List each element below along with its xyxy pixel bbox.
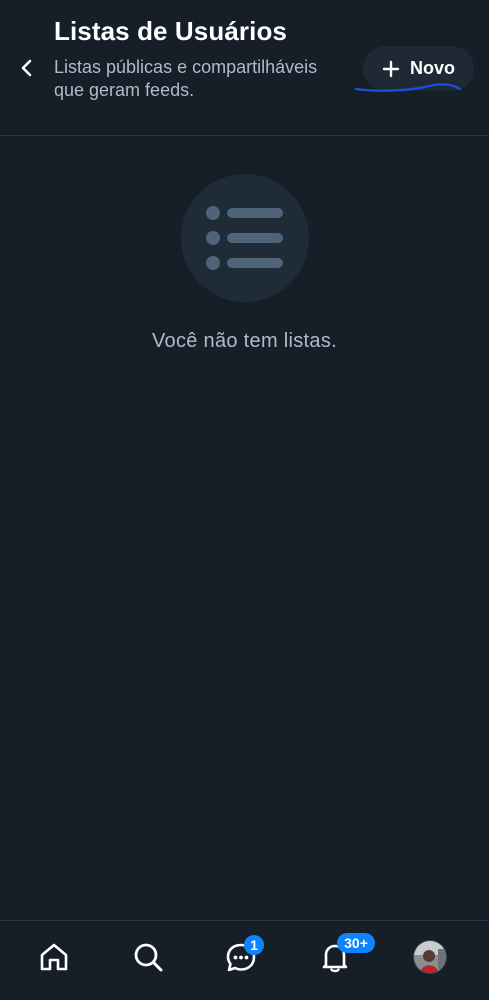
bottom-navigation: 1 30+ — [0, 920, 489, 1000]
page-title: Listas de Usuários — [54, 16, 287, 46]
home-icon — [40, 943, 68, 971]
plus-icon — [382, 60, 400, 77]
page-header: Listas de Usuários Listas públicas e com… — [0, 0, 489, 136]
chat-badge: 1 — [244, 935, 264, 955]
nav-profile[interactable] — [408, 935, 452, 979]
page-subtitle: Listas públicas e compartilháveis que ge… — [54, 57, 318, 100]
nav-home[interactable] — [32, 935, 76, 979]
new-list-button[interactable]: Novo — [363, 46, 474, 91]
chevron-left-icon — [21, 59, 32, 77]
new-list-button-label: Novo — [410, 58, 455, 78]
list-icon — [206, 206, 283, 270]
nav-search[interactable] — [126, 935, 170, 979]
notifications-badge: 30+ — [337, 933, 375, 953]
empty-state-message: Você não tem listas. — [152, 330, 337, 352]
avatar — [413, 940, 447, 974]
search-icon — [134, 943, 163, 972]
back-button[interactable] — [12, 52, 42, 84]
empty-list-illustration — [181, 174, 309, 302]
